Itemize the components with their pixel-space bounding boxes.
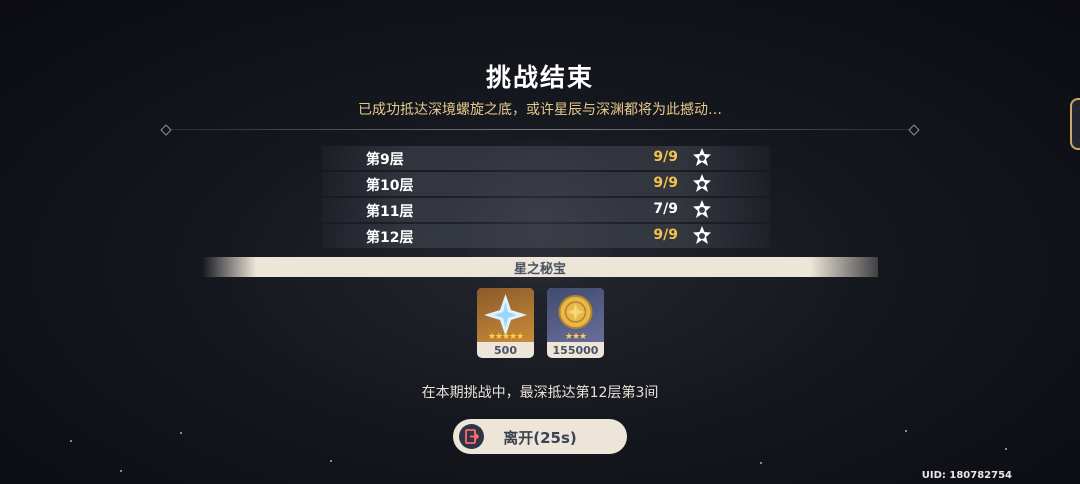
reward-header: 星之秘宝: [513, 262, 566, 277]
page-title: 挑战结束: [485, 63, 594, 92]
floor-score: 9/9: [653, 227, 678, 243]
rarity-stars: ★★★: [564, 332, 587, 342]
floor-row: 第12层 9/9: [322, 224, 770, 248]
leave-button-label: 离开(25s): [503, 429, 577, 447]
player-uid: UID: 180782754: [921, 470, 1012, 481]
floor-score: 9/9: [653, 175, 678, 191]
page-subtitle: 已成功抵达深境螺旋之底，或许星辰与深渊都将为此撼动…: [358, 102, 722, 118]
leave-button[interactable]: 离开(25s): [453, 419, 627, 454]
reward-count: 155000: [552, 344, 599, 357]
reward-count: 500: [494, 344, 517, 357]
rarity-stars: ★★★★★: [487, 332, 524, 342]
reward-item-mora[interactable]: ★★★ 155000: [547, 288, 604, 358]
abyss-star-icon: [693, 174, 711, 192]
reward-header-bar: 星之秘宝: [202, 257, 878, 277]
reward-item-primogem[interactable]: ★★★★★ 500: [477, 288, 534, 358]
abyss-star-icon: [693, 148, 711, 166]
floor-row: 第9层 9/9: [322, 146, 770, 170]
floor-row: 第10层 9/9: [322, 172, 770, 196]
abyss-star-icon: [693, 226, 711, 244]
divider: [160, 124, 920, 136]
floor-score: 7/9: [653, 201, 678, 217]
floor-score: 9/9: [653, 149, 678, 165]
floor-name: 第11层: [366, 204, 414, 220]
floor-name: 第9层: [366, 152, 404, 168]
floor-name: 第10层: [366, 178, 414, 194]
progress-summary: 在本期挑战中，最深抵达第12层第3间: [421, 385, 659, 401]
abyss-star-icon: [693, 200, 711, 218]
floor-row: 第11层 7/9: [322, 198, 770, 222]
floor-name: 第12层: [366, 230, 414, 246]
